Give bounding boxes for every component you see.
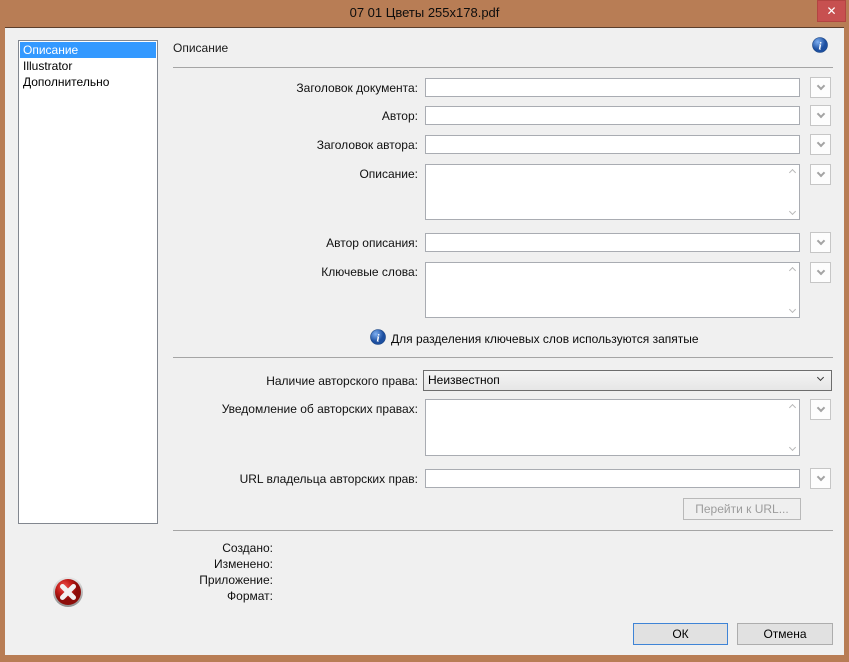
chevron-down-icon (816, 168, 825, 178)
ok-button[interactable]: ОК (633, 623, 728, 645)
scroll-down-icon[interactable] (788, 305, 797, 314)
chevron-down-icon (816, 138, 825, 148)
author-title-label: Заголовок автора: (316, 138, 418, 152)
chevron-down-icon (816, 403, 825, 413)
application-label: Приложение: (199, 573, 273, 587)
chevron-down-icon (816, 373, 825, 382)
format-label: Формат: (227, 589, 273, 603)
close-button[interactable]: ✕ (817, 0, 846, 22)
scroll-up-icon[interactable] (788, 168, 797, 177)
list-item-description[interactable]: Описание (20, 42, 156, 58)
doc-title-label: Заголовок документа: (296, 81, 418, 95)
copyright-url-label: URL владельца авторских прав: (239, 472, 418, 486)
description-history-button[interactable] (810, 164, 831, 185)
panel-title: Описание (173, 41, 229, 55)
info-icon: i (370, 329, 386, 345)
info-icon[interactable]: i (812, 37, 828, 53)
chevron-down-icon (816, 109, 825, 119)
keywords-history-button[interactable] (810, 262, 831, 283)
author-title-input[interactable] (425, 135, 800, 154)
scroll-up-icon[interactable] (788, 403, 797, 412)
author-title-history-button[interactable] (810, 134, 831, 155)
footer-separator (173, 530, 833, 531)
keywords-note: Для разделения ключевых слов используютс… (391, 332, 699, 346)
window-title: 07 01 Цветы 255x178.pdf (349, 5, 500, 20)
chevron-down-icon (816, 81, 825, 91)
error-icon (53, 577, 83, 607)
dialog-content: Описание Illustrator Дополнительно Описа… (5, 27, 844, 655)
copyright-notice-textarea[interactable] (425, 399, 800, 456)
doc-title-input[interactable] (425, 78, 800, 97)
copyright-notice-label: Уведомление об авторских правах: (221, 402, 418, 416)
scroll-up-icon[interactable] (788, 266, 797, 275)
copyright-url-history-button[interactable] (810, 468, 831, 489)
description-label: Описание: (359, 167, 418, 181)
description-textarea[interactable] (425, 164, 800, 220)
section-separator (173, 357, 833, 358)
author-input[interactable] (425, 106, 800, 125)
copyright-status-select[interactable]: Неизвестноп (423, 370, 832, 391)
document-properties-dialog: 07 01 Цветы 255x178.pdf ✕ Описание Illus… (0, 0, 849, 662)
header-separator (173, 67, 833, 68)
close-icon: ✕ (826, 4, 837, 18)
author-label: Автор: (381, 109, 418, 123)
chevron-down-icon (816, 472, 825, 482)
modified-label: Изменено: (214, 557, 273, 571)
cancel-button[interactable]: Отмена (737, 623, 833, 645)
keywords-label: Ключевые слова: (321, 265, 418, 279)
description-author-input[interactable] (425, 233, 800, 252)
chevron-down-icon (816, 266, 825, 276)
description-author-label: Автор описания: (326, 236, 418, 250)
copyright-status-value: Неизвестноп (428, 373, 500, 387)
created-label: Создано: (222, 541, 273, 555)
list-item-illustrator[interactable]: Illustrator (20, 58, 156, 74)
title-bar[interactable]: 07 01 Цветы 255x178.pdf ✕ (0, 0, 849, 27)
author-history-button[interactable] (810, 105, 831, 126)
copyright-url-input[interactable] (425, 469, 800, 488)
doc-title-history-button[interactable] (810, 77, 831, 98)
chevron-down-icon (816, 236, 825, 246)
goto-url-button[interactable]: Перейти к URL... (683, 498, 801, 520)
copyright-status-label: Наличие авторского права: (266, 374, 418, 388)
scroll-down-icon[interactable] (788, 443, 797, 452)
scroll-down-icon[interactable] (788, 207, 797, 216)
copyright-notice-history-button[interactable] (810, 399, 831, 420)
description-author-history-button[interactable] (810, 232, 831, 253)
keywords-textarea[interactable] (425, 262, 800, 318)
